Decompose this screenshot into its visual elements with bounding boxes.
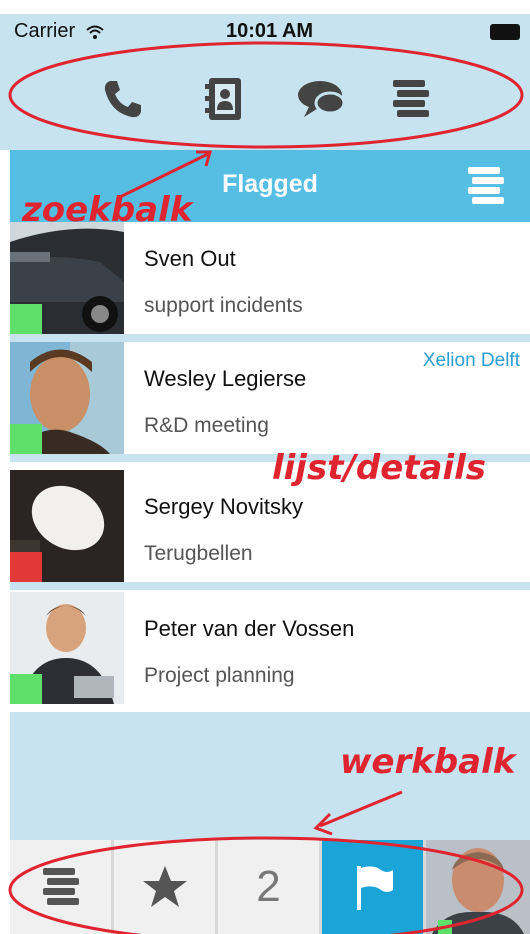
annotation-search-bar: zoekbalk — [22, 190, 193, 230]
annotation-list-details: lijst/details — [272, 448, 487, 488]
annotation-toolbar: werkbalk — [340, 742, 516, 782]
